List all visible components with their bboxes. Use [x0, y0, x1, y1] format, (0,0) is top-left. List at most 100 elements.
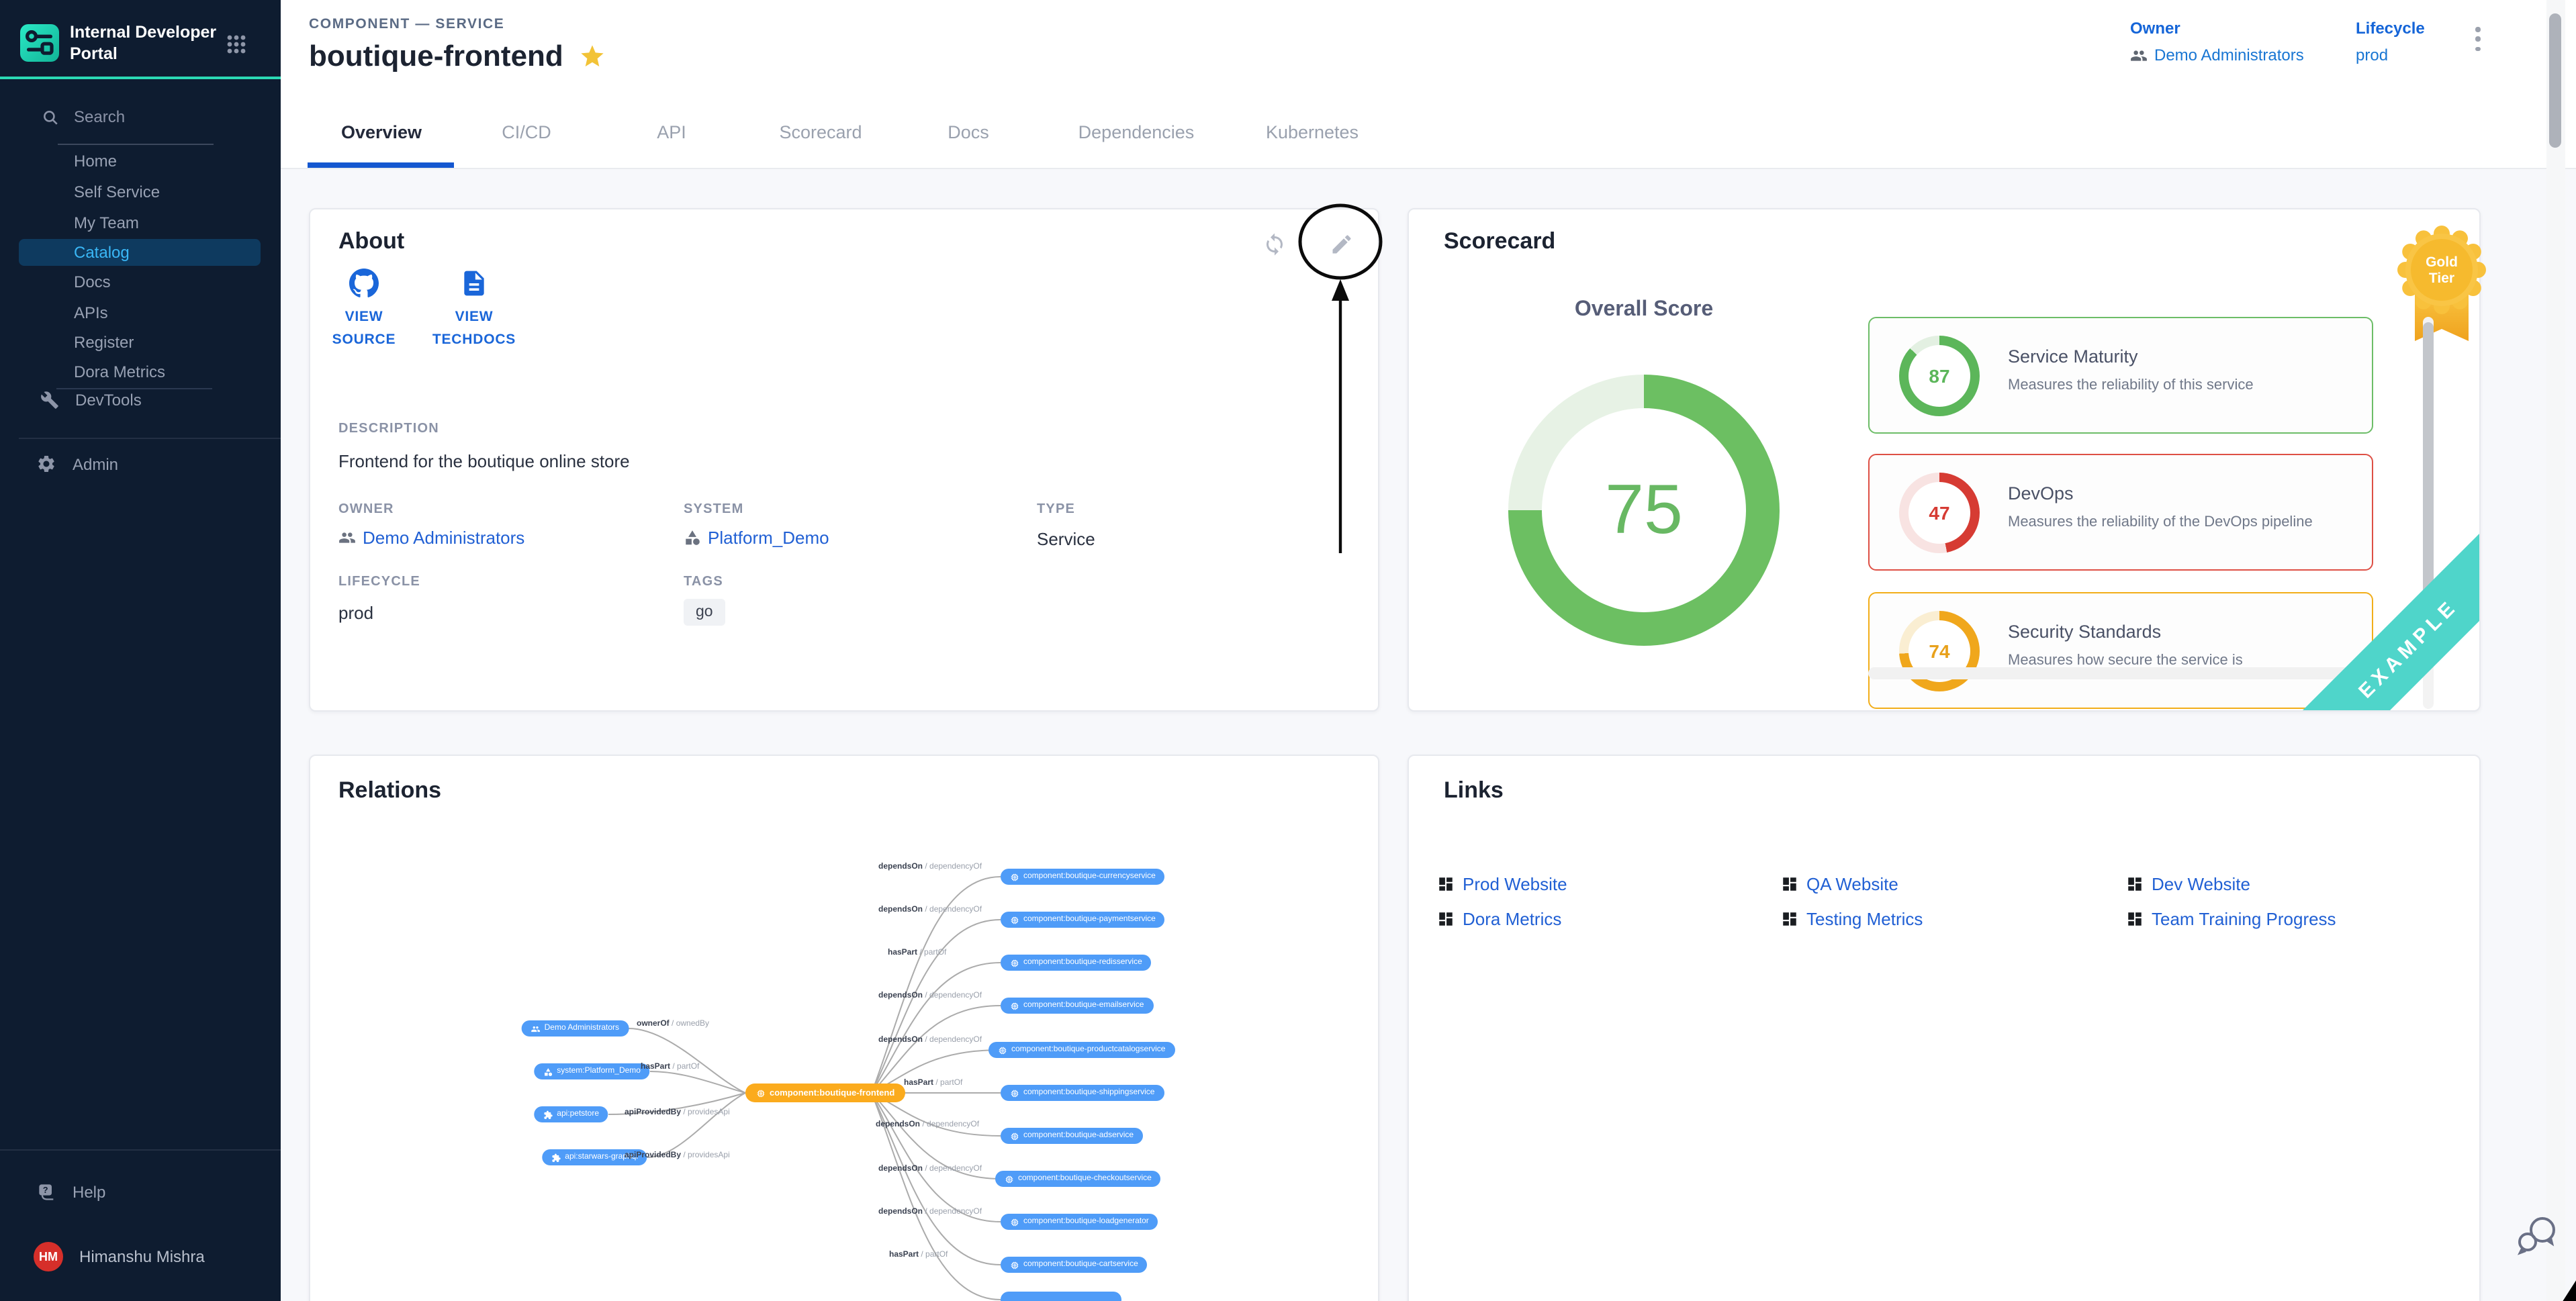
overall-score-value: 75 — [1508, 375, 1780, 646]
page-scrollbar-thumb[interactable] — [2549, 13, 2561, 148]
tab-docs[interactable]: Docs — [948, 122, 989, 142]
score-item-service-maturity[interactable]: 87 Service Maturity Measures the reliabi… — [1868, 317, 2373, 434]
apps-grid-icon[interactable] — [226, 34, 247, 55]
score-name: Service Maturity — [2008, 346, 2138, 367]
edge-label: hasPart / partOf — [889, 1251, 948, 1259]
component-icon — [756, 1088, 766, 1098]
chat-bubbles-icon[interactable] — [2514, 1212, 2560, 1258]
people-icon — [338, 529, 356, 546]
system-field-value[interactable]: Platform_Demo — [684, 528, 829, 548]
avatar: HM — [34, 1242, 63, 1271]
graph-node[interactable]: component:boutique-adservice — [1001, 1128, 1143, 1144]
overall-score-label: Overall Score — [1510, 298, 1778, 322]
sidebar-item-admin[interactable]: Admin — [36, 454, 118, 474]
graph-node[interactable]: component:boutique-shippingservice — [1001, 1085, 1164, 1101]
graph-node[interactable]: component:boutique-checkoutservice — [995, 1171, 1161, 1187]
admin-label: Admin — [73, 454, 118, 473]
edge-label: dependsOn / dependencyOf — [876, 1121, 979, 1129]
graph-node-partial[interactable] — [1001, 1292, 1121, 1301]
link-prod-website[interactable]: Prod Website — [1437, 874, 1567, 894]
score-description: Measures how secure the service is — [2008, 653, 2243, 669]
owner-label: Owner — [2130, 19, 2304, 38]
sidebar-item-home[interactable]: Home — [74, 149, 117, 173]
scorecard-card: Scorecard Gold Tier — [1408, 208, 2481, 712]
score-donut: 87 — [1899, 336, 1980, 416]
page: Internal Developer Portal Search Home Se… — [0, 0, 2576, 1301]
tag-chip[interactable]: go — [684, 599, 725, 626]
link-testing-metrics[interactable]: Testing Metrics — [1781, 909, 1923, 929]
tab-scorecard[interactable]: Scorecard — [779, 122, 862, 142]
score-item-security-standards[interactable]: 74 Security Standards Measures how secur… — [1868, 592, 2373, 709]
description-label: DESCRIPTION — [338, 422, 439, 436]
lifecycle-field-value: prod — [338, 603, 373, 623]
graph-node-system[interactable]: system:Platform_Demo — [534, 1063, 650, 1079]
graph-node[interactable]: component:boutique-productcatalogservice — [988, 1042, 1175, 1058]
links-title: Links — [1444, 777, 1504, 804]
score-item-devops[interactable]: 47 DevOps Measures the reliability of th… — [1868, 454, 2373, 571]
page-scrollbar-track — [2546, 0, 2565, 1301]
graph-node[interactable]: component:boutique-loadgenerator — [1001, 1214, 1158, 1230]
graph-node[interactable]: component:boutique-emailservice — [1001, 998, 1153, 1014]
tab-cicd[interactable]: CI/CD — [502, 122, 551, 142]
graph-node[interactable]: component:boutique-redisservice — [1001, 955, 1152, 971]
owner-field-value[interactable]: Demo Administrators — [338, 528, 524, 548]
graph-node-api-petstore[interactable]: api:petstore — [534, 1106, 608, 1122]
view-techdocs-link[interactable]: VIEW TECHDOCS — [420, 269, 528, 352]
tab-overview[interactable]: Overview — [341, 122, 422, 142]
component-icon — [1005, 1174, 1014, 1184]
scorecard-scrollbar-thumb[interactable] — [2423, 322, 2434, 611]
graph-node[interactable]: component:boutique-currencyservice — [1001, 869, 1165, 885]
people-icon — [531, 1024, 541, 1033]
edge-label: apiProvidedBy / providesApi — [625, 1109, 730, 1117]
edge-label: ownerOf / ownedBy — [637, 1020, 709, 1028]
sidebar-item-apis[interactable]: APIs — [74, 301, 108, 325]
graph-node[interactable]: component:boutique-paymentservice — [1001, 912, 1165, 928]
active-tab-underline — [308, 162, 454, 167]
sidebar-item-docs[interactable]: Docs — [74, 270, 111, 294]
tab-dependencies[interactable]: Dependencies — [1078, 122, 1195, 142]
sidebar-item-help[interactable]: ? Help — [38, 1183, 105, 1202]
overall-score-donut: 75 — [1508, 375, 1780, 646]
owner-link[interactable]: Demo Administrators — [2130, 46, 2304, 64]
sidebar-user[interactable]: HM Himanshu Mishra — [34, 1242, 205, 1271]
type-field-label: TYPE — [1037, 502, 1075, 517]
sidebar-item-devtools[interactable]: DevTools — [40, 391, 142, 409]
favorite-star-icon[interactable] — [580, 43, 606, 70]
scorecard-hscrollbar[interactable] — [1868, 667, 2419, 679]
view-source-link[interactable]: VIEW SOURCE — [318, 269, 410, 352]
link-qa-website[interactable]: QA Website — [1781, 874, 1898, 894]
component-icon — [1010, 872, 1019, 881]
graph-node-center[interactable]: component:boutique-frontend — [745, 1083, 905, 1102]
system-icon — [543, 1067, 553, 1076]
sidebar-item-my-team[interactable]: My Team — [74, 211, 139, 235]
link-team-training[interactable]: Team Training Progress — [2126, 909, 2336, 929]
more-options-icon[interactable] — [2469, 24, 2487, 54]
score-donut: 74 — [1899, 611, 1980, 691]
sidebar-item-self-service[interactable]: Self Service — [74, 180, 160, 204]
sidebar-search[interactable]: Search — [42, 107, 125, 126]
search-underline — [58, 144, 214, 145]
page-title: boutique-frontend — [309, 39, 563, 74]
graph-node[interactable]: component:boutique-cartservice — [1001, 1257, 1148, 1273]
dashboard-icon — [2126, 875, 2144, 893]
lifecycle-field-label: LIFECYCLE — [338, 575, 420, 589]
sidebar-item-register[interactable]: Register — [74, 330, 134, 354]
app-logo-icon[interactable] — [20, 24, 59, 62]
edit-pencil-icon[interactable] — [1330, 232, 1354, 256]
scorecard-title: Scorecard — [1444, 228, 1555, 255]
refresh-icon[interactable] — [1262, 232, 1287, 256]
edge-label: hasPart / partOf — [888, 949, 946, 957]
links-card: Links Prod Website QA Website Dev Websit… — [1408, 755, 2481, 1301]
link-dev-website[interactable]: Dev Website — [2126, 874, 2250, 894]
tab-api[interactable]: API — [657, 122, 686, 142]
score-description: Measures the reliability of the DevOps p… — [2008, 514, 2313, 530]
sidebar-item-dora-metrics[interactable]: Dora Metrics — [74, 360, 165, 384]
link-dora-metrics[interactable]: Dora Metrics — [1437, 909, 1561, 929]
component-icon — [1010, 1088, 1019, 1098]
relations-graph-edges — [310, 756, 1381, 1301]
svg-text:Tier: Tier — [2429, 271, 2454, 286]
graph-node-owner[interactable]: Demo Administrators — [522, 1020, 629, 1037]
tab-kubernetes[interactable]: Kubernetes — [1266, 122, 1359, 142]
dashboard-icon — [1437, 875, 1455, 893]
sidebar-item-catalog[interactable]: Catalog — [19, 239, 261, 266]
